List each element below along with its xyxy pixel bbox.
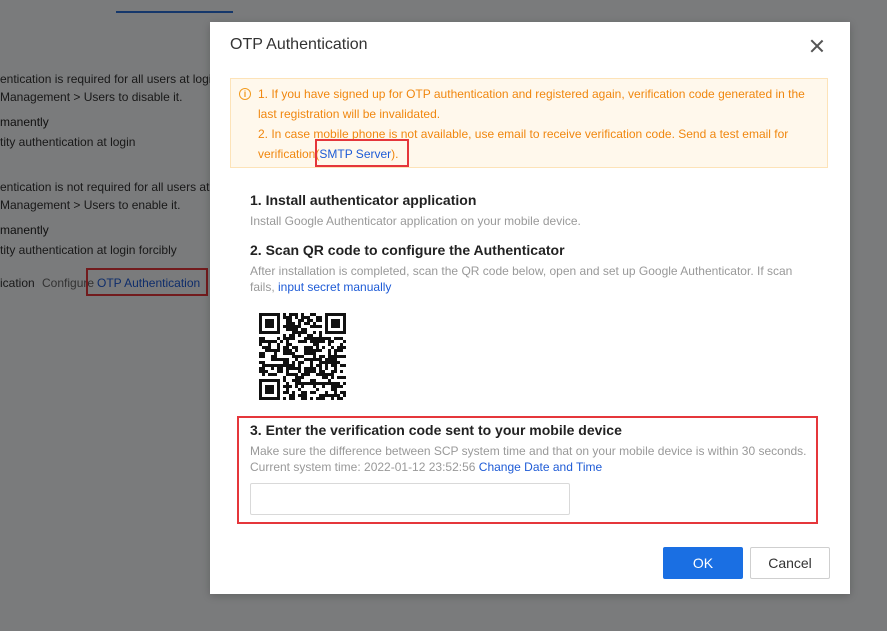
verification-code-input[interactable] bbox=[250, 483, 570, 515]
step2-title: 2. Scan QR code to configure the Authent… bbox=[250, 242, 565, 258]
input-secret-manually-link[interactable]: input secret manually bbox=[278, 280, 391, 294]
system-time-text: Current system time: 2022-01-12 23:52:56 bbox=[250, 460, 479, 474]
alert-line-prefix: verification( bbox=[258, 147, 320, 161]
info-icon: i bbox=[239, 88, 251, 100]
step1-title: 1. Install authenticator application bbox=[250, 192, 477, 208]
alert-line: last registration will be invalidated. bbox=[258, 107, 441, 121]
step1-description: Install Google Authenticator application… bbox=[250, 214, 581, 228]
close-icon[interactable] bbox=[807, 36, 827, 56]
highlight-box bbox=[315, 139, 409, 167]
cancel-button[interactable]: Cancel bbox=[750, 547, 830, 579]
step2-prefix: fails, bbox=[250, 280, 279, 294]
step2-description: After installation is completed, scan th… bbox=[250, 264, 793, 278]
qr-code bbox=[249, 304, 357, 410]
change-date-time-link[interactable]: Change Date and Time bbox=[479, 460, 602, 474]
ok-button[interactable]: OK bbox=[663, 547, 743, 579]
dialog-title: OTP Authentication bbox=[230, 36, 368, 53]
current-system-time: Current system time: 2022-01-12 23:52:56… bbox=[250, 460, 602, 474]
otp-authentication-dialog: OTP Authentication i 1. If you have sign… bbox=[210, 22, 850, 594]
step3-title: 3. Enter the verification code sent to y… bbox=[250, 422, 622, 438]
step2-description-2: fails, input secret manually bbox=[250, 280, 391, 294]
step3-description: Make sure the difference between SCP sys… bbox=[250, 444, 807, 458]
alert-line: 1. If you have signed up for OTP authent… bbox=[258, 87, 805, 101]
